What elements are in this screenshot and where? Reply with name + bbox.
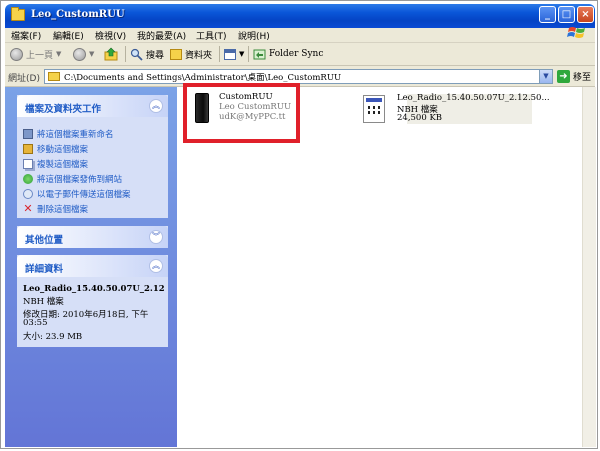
folder-sync-button[interactable]: Folder Sync [253, 46, 323, 62]
detail-size: 大小: 23.9 MB [23, 332, 83, 342]
folders-button[interactable]: 資料夾 [170, 46, 212, 62]
address-label: 網址(D) [8, 74, 40, 84]
file-list[interactable]: CustomRUU Leo CustomRUU udK@MyPPC.tt Leo… [178, 83, 582, 447]
file-tasks-title: 檔案及資料夾工作 [25, 104, 102, 115]
minimize-button[interactable]: _ [539, 6, 556, 23]
task-label: 將這個檔案重新命名 [37, 130, 114, 140]
go-arrow-icon: ➜ [557, 70, 570, 83]
detail-filename: Leo_Radio_15.40.50.07U_2.12 [23, 284, 165, 294]
menu-bar: 檔案(F) 編輯(E) 檢視(V) 我的最愛(A) 工具(T) 說明(H) [5, 27, 595, 43]
views-button[interactable]: ▼ [224, 46, 244, 62]
go-button[interactable]: ➜ 移至 [557, 69, 591, 84]
toolbar: 上一頁 ▼ ▼ 搜尋 資料夾 ▼ Folder Sync [5, 43, 595, 66]
task-copy[interactable]: 複製這個檔案 [23, 158, 88, 170]
address-input[interactable]: C:\Documents and Settings\Administrator\… [44, 69, 553, 84]
views-icon [224, 48, 236, 60]
file-size: 24,500 KB [397, 113, 443, 123]
task-publish[interactable]: 將這個檔案發佈到網站 [23, 173, 122, 185]
details-header[interactable]: 詳細資料 ︽ [17, 255, 168, 277]
task-label: 以電子郵件傳送這個檔案 [37, 190, 131, 200]
folder-sync-label: Folder Sync [269, 49, 324, 59]
folder-icon [170, 48, 182, 60]
maximize-button[interactable]: □ [558, 6, 575, 23]
back-button[interactable]: 上一頁 ▼ [10, 46, 61, 62]
folder-up-icon [104, 47, 118, 61]
chevron-down-icon: ▼ [239, 50, 245, 58]
toolbar-separator [125, 46, 126, 62]
back-label: 上一頁 [26, 50, 54, 61]
detail-filetype: NBH 檔案 [23, 297, 64, 307]
title-bar[interactable]: Leo_CustomRUU _ □ × [5, 4, 595, 28]
forward-button[interactable]: ▼ [73, 46, 94, 62]
menu-help[interactable]: 說明(H) [238, 29, 270, 42]
other-places-header[interactable]: 其他位置 ︾ [17, 226, 168, 248]
collapse-chevron-icon[interactable]: ︽ [149, 259, 163, 273]
folder-icon [11, 7, 25, 21]
details-title: 詳細資料 [25, 264, 64, 275]
menu-edit[interactable]: 編輯(E) [53, 29, 84, 42]
task-label: 複製這個檔案 [37, 160, 89, 170]
task-email[interactable]: 以電子郵件傳送這個檔案 [23, 188, 131, 200]
toolbar-separator [219, 46, 220, 62]
collapse-chevron-icon[interactable]: ︽ [149, 99, 163, 113]
task-rename[interactable]: 將這個檔案重新命名 [23, 128, 114, 140]
nbh-file-icon[interactable] [363, 95, 385, 123]
task-pane: 檔案及資料夾工作 ︽ 將這個檔案重新命名 移動這個檔案 複製這個檔案 將這個檔案… [5, 87, 177, 447]
other-places-panel: 其他位置 ︾ [17, 226, 168, 248]
menu-file[interactable]: 檔案(F) [11, 29, 41, 42]
move-icon [23, 144, 33, 154]
toolbar-separator [248, 46, 249, 62]
explorer-window: Leo_CustomRUU _ □ × 檔案(F) 編輯(E) 檢視(V) 我的… [0, 0, 598, 449]
sync-icon [253, 49, 266, 59]
nbh-grid [368, 106, 380, 116]
task-delete[interactable]: ✕ 刪除這個檔案 [23, 203, 88, 215]
detail-modified-time: 03:55 [23, 318, 48, 328]
chevron-down-icon: ▼ [89, 50, 95, 58]
address-bar: 網址(D) C:\Documents and Settings\Administ… [5, 66, 595, 87]
delete-icon: ✕ [23, 202, 33, 215]
expand-chevron-icon[interactable]: ︾ [149, 230, 163, 244]
file-tasks-panel: 檔案及資料夾工作 ︽ 將這個檔案重新命名 移動這個檔案 複製這個檔案 將這個檔案… [17, 95, 168, 218]
email-icon [23, 189, 33, 199]
rename-icon [23, 129, 33, 139]
search-label: 搜尋 [146, 50, 165, 61]
folders-label: 資料夾 [185, 50, 213, 61]
menu-favorites[interactable]: 我的最愛(A) [137, 29, 186, 42]
task-label: 將這個檔案發佈到網站 [37, 175, 123, 185]
chevron-down-icon: ▼ [56, 50, 62, 58]
vertical-scrollbar[interactable] [582, 87, 596, 447]
window-title: Leo_CustomRUU [31, 9, 125, 20]
folder-icon [48, 72, 60, 81]
address-dropdown-button[interactable]: ▼ [539, 70, 552, 83]
publish-icon [23, 174, 33, 184]
up-button[interactable] [104, 46, 118, 62]
close-button[interactable]: × [577, 6, 594, 23]
file-name[interactable]: Leo_Radio_15.40.50.07U_2.12.50... [397, 93, 550, 103]
search-button[interactable]: 搜尋 [130, 46, 164, 62]
file-tasks-header[interactable]: 檔案及資料夾工作 ︽ [17, 95, 168, 117]
details-panel: 詳細資料 ︽ Leo_Radio_15.40.50.07U_2.12 NBH 檔… [17, 255, 168, 347]
search-icon [130, 48, 143, 61]
back-arrow-icon [10, 47, 23, 61]
copy-icon [23, 159, 33, 169]
address-path: C:\Documents and Settings\Administrator\… [64, 73, 342, 83]
task-label: 移動這個檔案 [37, 145, 89, 155]
menu-view[interactable]: 檢視(V) [95, 29, 126, 42]
task-label: 刪除這個檔案 [37, 205, 89, 215]
other-places-title: 其他位置 [25, 235, 64, 246]
task-move[interactable]: 移動這個檔案 [23, 143, 88, 155]
menu-tools[interactable]: 工具(T) [196, 29, 227, 42]
windows-logo-icon [567, 27, 585, 38]
go-label: 移至 [573, 73, 592, 83]
highlight-box [183, 83, 300, 143]
forward-arrow-icon [73, 47, 86, 61]
